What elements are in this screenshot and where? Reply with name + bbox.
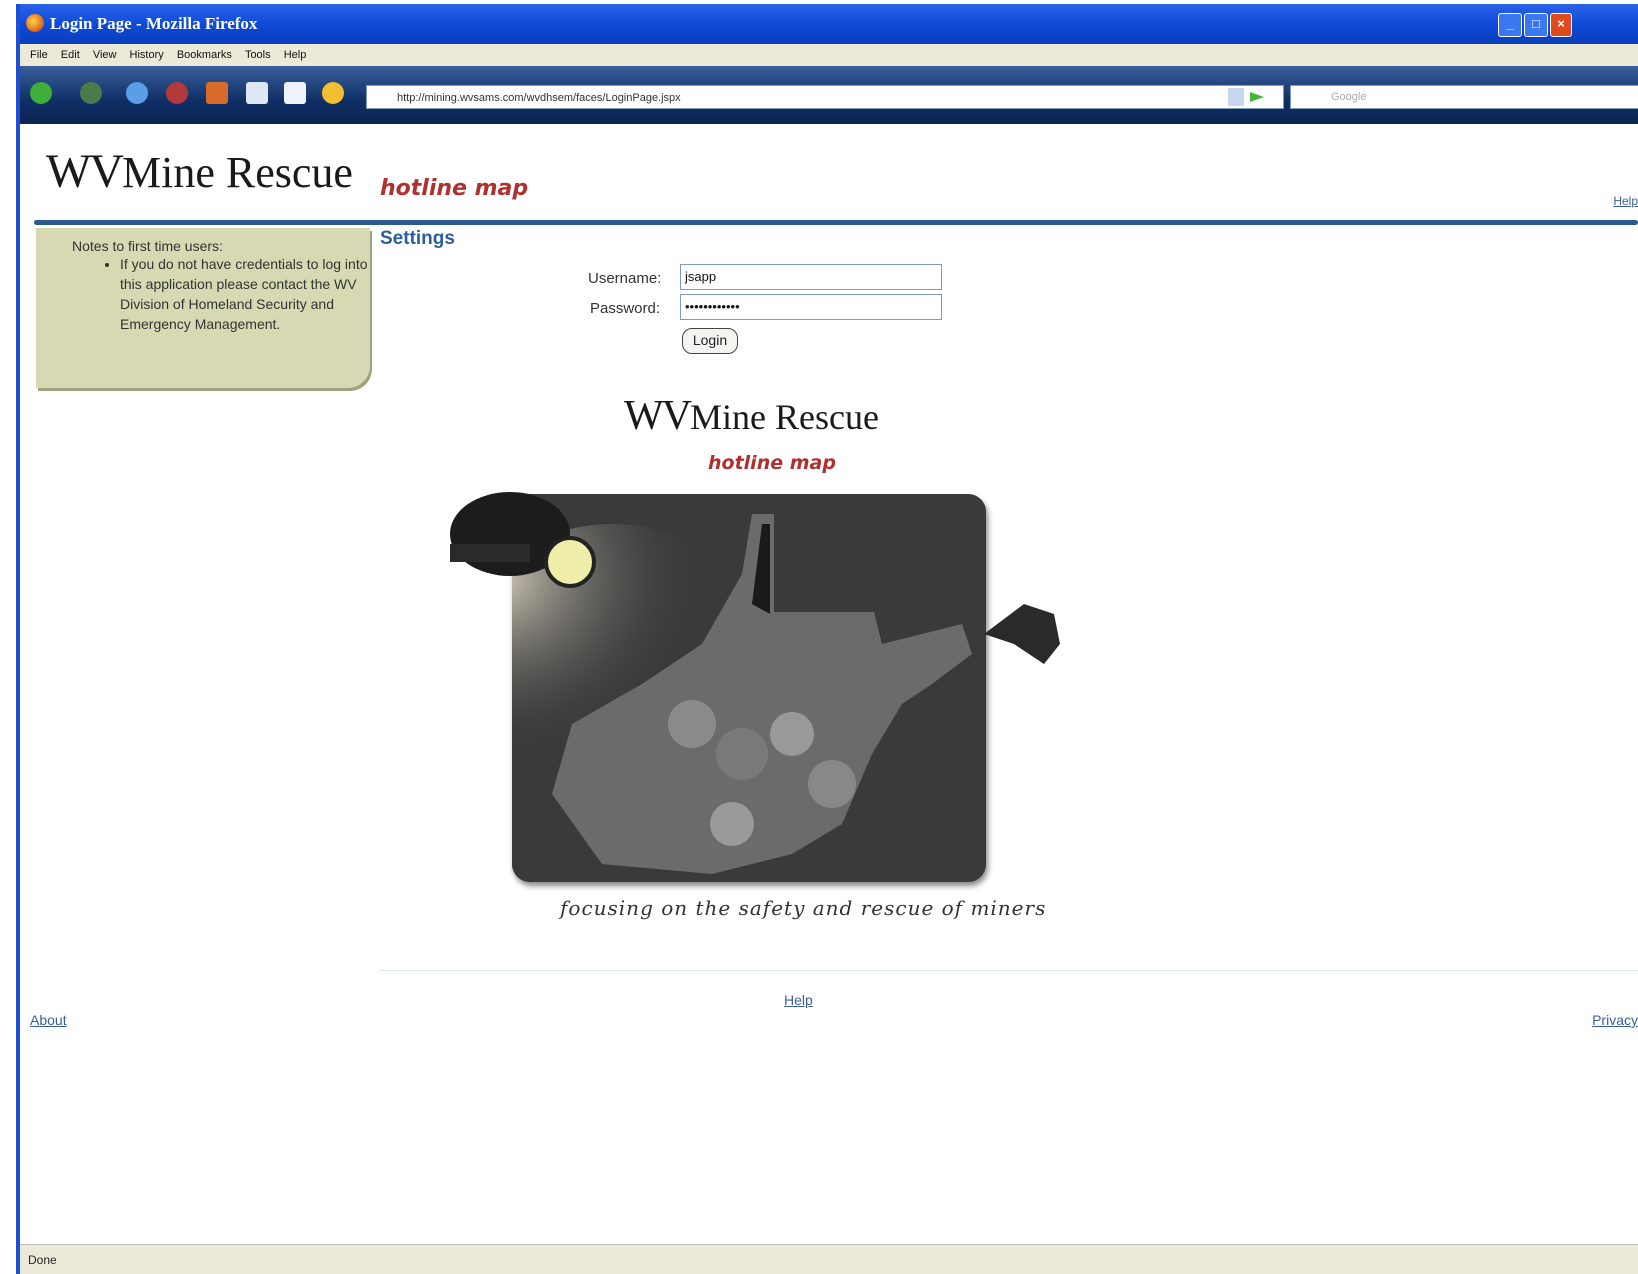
firefox-icon — [26, 14, 44, 32]
notes-panel: Notes to first time users: If you do not… — [36, 228, 370, 388]
menu-bar: File Edit View History Bookmarks Tools H… — [20, 44, 1638, 66]
notes-title: Notes to first time users: — [72, 238, 223, 254]
browser-window: Login Page - Mozilla Firefox _ □ × File … — [16, 4, 1638, 1274]
password-field[interactable]: •••••••••••• — [680, 294, 942, 320]
tagline: focusing on the safety and rescue of min… — [560, 896, 1047, 920]
menu-bookmarks[interactable]: Bookmarks — [177, 49, 232, 61]
username-label: Username: — [588, 270, 662, 287]
menu-file[interactable]: File — [30, 49, 48, 61]
notes-item: If you do not have credentials to log in… — [120, 254, 370, 334]
splash-logo: WVMine Rescue — [624, 393, 879, 439]
page-content: WVMine Rescue hotline map Help Notes to … — [20, 124, 1638, 1244]
menu-history[interactable]: History — [130, 49, 164, 61]
login-button[interactable]: Login — [682, 328, 738, 354]
help-link-footer[interactable]: Help — [784, 992, 813, 1008]
notes-list: If you do not have credentials to log in… — [90, 254, 370, 334]
go-icon[interactable] — [1228, 86, 1268, 108]
bookmark-icon[interactable] — [246, 82, 268, 104]
menu-tools[interactable]: Tools — [245, 49, 271, 61]
close-button[interactable]: × — [1550, 13, 1572, 37]
site-subtitle: hotline map — [380, 176, 529, 201]
url-input[interactable]: http://mining.wvsams.com/wvdhsem/faces/L… — [366, 85, 1284, 109]
search-input[interactable]: Google — [1290, 85, 1638, 109]
footer-divider — [380, 970, 1638, 971]
minimize-button[interactable]: _ — [1498, 13, 1522, 37]
back-icon[interactable] — [30, 82, 52, 104]
forward-icon[interactable] — [80, 82, 102, 104]
settings-title: Settings — [380, 228, 455, 249]
maximize-button[interactable]: □ — [1524, 13, 1548, 37]
page-icon[interactable] — [284, 82, 306, 104]
password-label: Password: — [590, 300, 661, 317]
home-icon[interactable] — [206, 82, 228, 104]
status-bar: Done — [20, 1244, 1638, 1274]
splash-subtitle: hotline map — [708, 452, 836, 474]
site-logo[interactable]: WVMine Rescue — [46, 144, 353, 199]
title-bar[interactable]: Login Page - Mozilla Firefox _ □ × — [20, 4, 1638, 44]
clock-icon[interactable] — [322, 82, 344, 104]
privacy-link[interactable]: Privacy — [1592, 1012, 1638, 1028]
map-eastern-panhandle — [984, 604, 1064, 669]
window-title: Login Page - Mozilla Firefox — [50, 14, 258, 33]
help-link-top[interactable]: Help — [1613, 194, 1638, 208]
username-field[interactable]: jsapp — [680, 264, 942, 290]
header-divider — [34, 220, 1638, 225]
stop-icon[interactable] — [166, 82, 188, 104]
miner-helmet-icon — [440, 484, 600, 609]
menu-edit[interactable]: Edit — [61, 49, 80, 61]
menu-help[interactable]: Help — [284, 49, 307, 61]
navigation-toolbar: http://mining.wvsams.com/wvdhsem/faces/L… — [20, 66, 1638, 124]
reload-icon[interactable] — [126, 82, 148, 104]
about-link[interactable]: About — [30, 1012, 67, 1028]
menu-view[interactable]: View — [93, 49, 117, 61]
